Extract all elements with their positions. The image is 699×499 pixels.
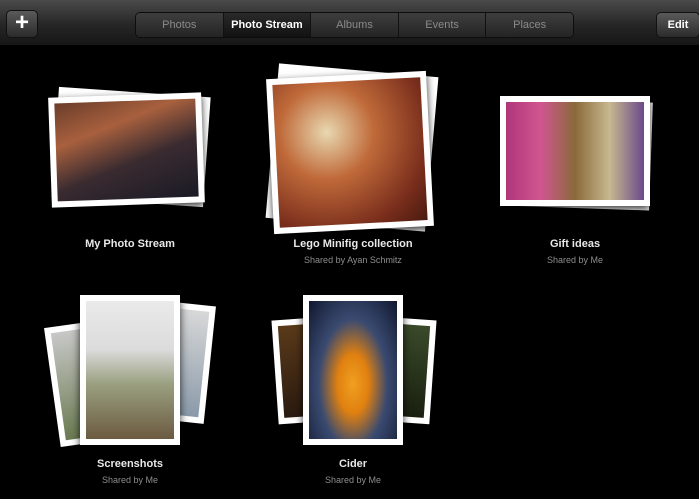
tab-photo-stream[interactable]: Photo Stream bbox=[223, 13, 312, 37]
tab-albums[interactable]: Albums bbox=[311, 13, 399, 37]
album-subtitle: Shared by Me bbox=[324, 475, 382, 485]
view-segmented-control: Photos Photo Stream Albums Events Places bbox=[135, 12, 574, 38]
top-toolbar: + Photos Photo Stream Albums Events Plac… bbox=[0, 0, 699, 46]
plus-icon: + bbox=[14, 9, 29, 36]
album-title: Cider bbox=[338, 458, 368, 470]
album-subtitle: Shared by Me bbox=[546, 255, 604, 265]
add-button[interactable]: + bbox=[6, 10, 38, 38]
album-title: Gift ideas bbox=[549, 238, 601, 250]
album-subtitle: Shared by Me bbox=[101, 475, 159, 485]
album-cover-photo bbox=[500, 96, 650, 206]
tab-places[interactable]: Places bbox=[486, 13, 573, 37]
album-title: Screenshots bbox=[96, 458, 164, 470]
album-cover-photo bbox=[48, 92, 205, 208]
album-cover-photo bbox=[303, 295, 403, 445]
album-title: Lego Minifig collection bbox=[293, 238, 413, 250]
album-subtitle: Shared by Ayan Schmitz bbox=[304, 255, 402, 265]
tab-photos[interactable]: Photos bbox=[136, 13, 224, 37]
album-cover-photo bbox=[80, 295, 180, 445]
tab-events[interactable]: Events bbox=[398, 13, 487, 37]
album-cover-photo bbox=[266, 70, 434, 235]
edit-button[interactable]: Edit bbox=[656, 12, 699, 38]
album-title: My Photo Stream bbox=[85, 238, 175, 250]
